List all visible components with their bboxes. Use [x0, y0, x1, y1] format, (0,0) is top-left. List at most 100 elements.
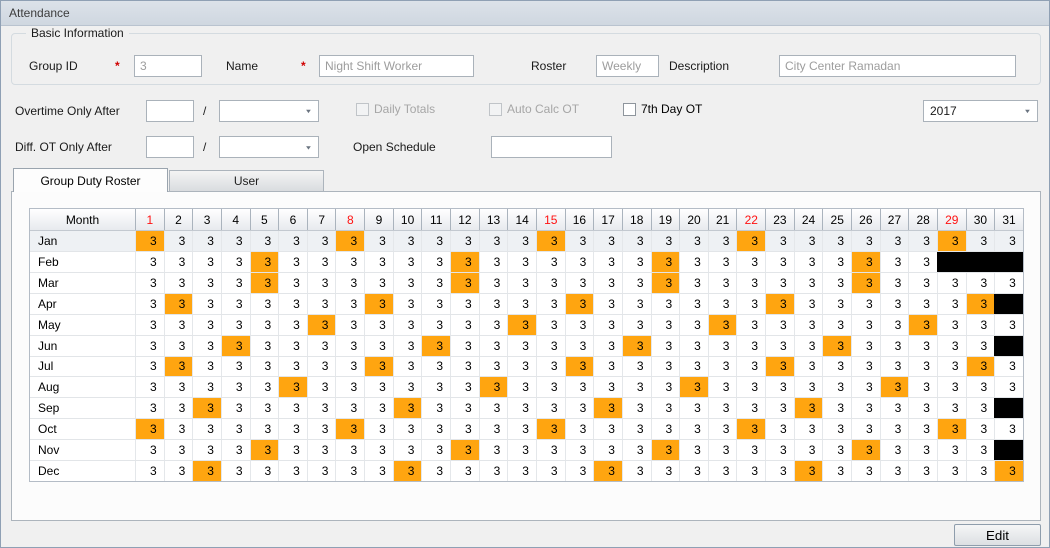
shift-cell-jan-18[interactable]: 3	[621, 231, 651, 251]
shift-cell-jan-5[interactable]: 3	[249, 231, 279, 251]
shift-cell-dec-25[interactable]: 3	[822, 461, 851, 482]
group-id-field[interactable]	[134, 55, 202, 77]
shift-cell-feb-4[interactable]: 3	[220, 251, 250, 272]
shift-cell-oct-24[interactable]: 3	[793, 419, 823, 440]
shift-cell-oct-28[interactable]: 3	[908, 419, 937, 440]
shift-cell-jan-29[interactable]: 3	[936, 231, 966, 251]
shift-cell-nov-3[interactable]: 3	[192, 440, 221, 461]
shift-cell-jul-16[interactable]: 3	[564, 356, 594, 377]
shift-cell-apr-9[interactable]: 3	[364, 293, 393, 314]
shift-cell-mar-22[interactable]: 3	[736, 272, 765, 293]
shift-cell-may-16[interactable]: 3	[564, 314, 594, 335]
shift-cell-jan-30[interactable]: 3	[965, 231, 995, 251]
shift-cell-mar-6[interactable]: 3	[278, 272, 307, 293]
shift-cell-aug-15[interactable]: 3	[535, 377, 565, 398]
shift-cell-oct-7[interactable]: 3	[306, 419, 336, 440]
shift-cell-mar-12[interactable]: 3	[450, 272, 479, 293]
shift-cell-dec-21[interactable]: 3	[707, 461, 737, 482]
shift-cell-jan-27[interactable]: 3	[879, 231, 909, 251]
shift-cell-nov-24[interactable]: 3	[793, 440, 823, 461]
shift-cell-oct-8[interactable]: 3	[335, 419, 365, 440]
shift-cell-mar-24[interactable]: 3	[793, 272, 823, 293]
shift-cell-jan-16[interactable]: 3	[564, 231, 594, 251]
shift-cell-oct-31[interactable]: 3	[994, 419, 1023, 440]
shift-cell-aug-20[interactable]: 3	[679, 377, 708, 398]
overtime-hours-field[interactable]	[146, 100, 194, 122]
shift-cell-apr-20[interactable]: 3	[679, 293, 708, 314]
shift-cell-jun-14[interactable]: 3	[507, 335, 536, 356]
shift-cell-aug-10[interactable]: 3	[392, 377, 422, 398]
shift-cell-mar-3[interactable]: 3	[192, 272, 221, 293]
shift-cell-dec-15[interactable]: 3	[535, 461, 565, 482]
seventh-day-ot-checkbox[interactable]: 7th Day OT	[623, 102, 702, 116]
shift-cell-nov-23[interactable]: 3	[765, 440, 794, 461]
shift-cell-mar-1[interactable]: 3	[135, 272, 164, 293]
shift-cell-apr-28[interactable]: 3	[908, 293, 937, 314]
shift-cell-oct-2[interactable]: 3	[163, 419, 193, 440]
shift-cell-may-2[interactable]: 3	[163, 314, 193, 335]
shift-cell-jun-1[interactable]: 3	[135, 335, 164, 356]
shift-cell-mar-7[interactable]: 3	[306, 272, 336, 293]
shift-cell-dec-2[interactable]: 3	[163, 461, 193, 482]
shift-cell-oct-29[interactable]: 3	[936, 419, 966, 440]
shift-cell-jun-4[interactable]: 3	[220, 335, 250, 356]
shift-cell-jun-12[interactable]: 3	[450, 335, 479, 356]
shift-cell-aug-27[interactable]: 3	[879, 377, 909, 398]
shift-cell-feb-9[interactable]: 3	[364, 251, 393, 272]
shift-cell-jul-20[interactable]: 3	[679, 356, 708, 377]
shift-cell-nov-6[interactable]: 3	[278, 440, 307, 461]
shift-cell-sep-4[interactable]: 3	[220, 398, 250, 419]
shift-cell-sep-19[interactable]: 3	[650, 398, 680, 419]
shift-cell-oct-18[interactable]: 3	[621, 419, 651, 440]
shift-cell-may-30[interactable]: 3	[965, 314, 995, 335]
shift-cell-jan-14[interactable]: 3	[507, 231, 536, 251]
shift-cell-may-23[interactable]: 3	[765, 314, 794, 335]
shift-cell-jul-23[interactable]: 3	[765, 356, 794, 377]
shift-cell-oct-21[interactable]: 3	[707, 419, 737, 440]
shift-cell-dec-14[interactable]: 3	[507, 461, 536, 482]
shift-cell-jul-10[interactable]: 3	[392, 356, 422, 377]
shift-cell-mar-20[interactable]: 3	[679, 272, 708, 293]
shift-cell-nov-5[interactable]: 3	[249, 440, 279, 461]
shift-cell-feb-20[interactable]: 3	[679, 251, 708, 272]
shift-cell-jun-28[interactable]: 3	[908, 335, 937, 356]
shift-cell-sep-27[interactable]: 3	[879, 398, 909, 419]
shift-cell-apr-14[interactable]: 3	[507, 293, 536, 314]
shift-cell-may-11[interactable]: 3	[421, 314, 450, 335]
shift-cell-jan-20[interactable]: 3	[679, 231, 708, 251]
shift-cell-feb-2[interactable]: 3	[163, 251, 193, 272]
shift-cell-apr-17[interactable]: 3	[593, 293, 622, 314]
shift-cell-feb-11[interactable]: 3	[421, 251, 450, 272]
shift-cell-jul-30[interactable]: 3	[965, 356, 995, 377]
shift-cell-nov-27[interactable]: 3	[879, 440, 909, 461]
shift-cell-dec-4[interactable]: 3	[220, 461, 250, 482]
shift-cell-may-6[interactable]: 3	[278, 314, 307, 335]
shift-cell-feb-1[interactable]: 3	[135, 251, 164, 272]
shift-cell-mar-30[interactable]: 3	[965, 272, 995, 293]
shift-cell-jan-21[interactable]: 3	[707, 231, 737, 251]
shift-cell-jun-16[interactable]: 3	[564, 335, 594, 356]
shift-cell-mar-13[interactable]: 3	[478, 272, 508, 293]
shift-cell-jun-6[interactable]: 3	[278, 335, 307, 356]
shift-cell-sep-2[interactable]: 3	[163, 398, 193, 419]
shift-cell-jun-5[interactable]: 3	[249, 335, 279, 356]
shift-cell-mar-29[interactable]: 3	[936, 272, 966, 293]
shift-cell-aug-14[interactable]: 3	[507, 377, 536, 398]
shift-cell-apr-21[interactable]: 3	[707, 293, 737, 314]
shift-cell-aug-13[interactable]: 3	[478, 377, 508, 398]
shift-cell-jan-3[interactable]: 3	[192, 231, 221, 251]
shift-cell-jun-22[interactable]: 3	[736, 335, 765, 356]
shift-cell-dec-6[interactable]: 3	[278, 461, 307, 482]
shift-cell-aug-28[interactable]: 3	[908, 377, 937, 398]
shift-cell-jul-28[interactable]: 3	[908, 356, 937, 377]
shift-cell-may-13[interactable]: 3	[478, 314, 508, 335]
shift-cell-sep-3[interactable]: 3	[192, 398, 221, 419]
shift-cell-dec-27[interactable]: 3	[879, 461, 909, 482]
shift-cell-jan-1[interactable]: 3	[135, 231, 164, 251]
shift-cell-jan-9[interactable]: 3	[364, 231, 393, 251]
shift-cell-nov-29[interactable]: 3	[936, 440, 966, 461]
shift-cell-oct-16[interactable]: 3	[564, 419, 594, 440]
shift-cell-jan-24[interactable]: 3	[793, 231, 823, 251]
shift-cell-nov-18[interactable]: 3	[621, 440, 651, 461]
shift-cell-may-8[interactable]: 3	[335, 314, 364, 335]
